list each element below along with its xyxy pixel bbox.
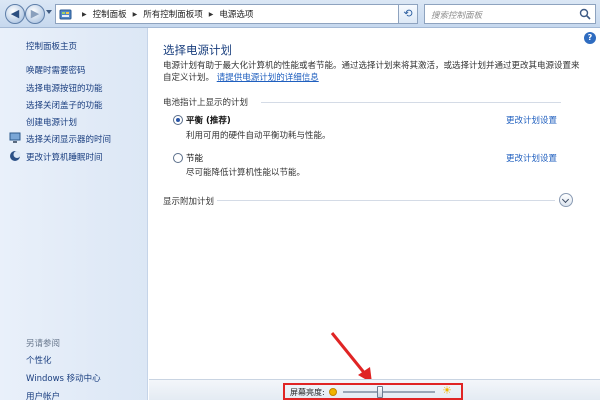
plan-details-link[interactable]: 请提供电源计划的详细信息 (217, 73, 319, 83)
battery-plans-header: 电池指计上显示的计划 (163, 98, 249, 108)
moon-icon (10, 151, 21, 161)
help-icon[interactable]: ? (584, 32, 596, 44)
forward-button[interactable]: ▶ (25, 4, 45, 24)
plan-power-saver-name[interactable]: 节能 (186, 152, 203, 164)
chevron-right-icon[interactable]: ▶ (82, 11, 87, 18)
sidebar-item-mobility-center[interactable]: Windows 移动中心 (26, 372, 101, 384)
sidebar-item-sleep-time[interactable]: 更改计算机睡眠时间 (26, 151, 103, 163)
brightness-slider-thumb[interactable] (377, 386, 383, 398)
sidebar-item-personalization[interactable]: 个性化 (26, 354, 52, 366)
plan-power-saver-description: 尽可能降低计算机性能以节能。 (186, 168, 306, 178)
monitor-icon (9, 132, 21, 143)
sidebar-item-home[interactable]: 控制面板主页 (26, 40, 77, 52)
control-panel-icon (59, 9, 72, 20)
address-bar[interactable]: ▶ 控制面板 ▶ 所有控制面板项 ▶ 电源选项 (55, 4, 415, 24)
breadcrumb-control-panel[interactable]: 控制面板 (93, 8, 127, 20)
brightness-label: 屏幕亮度: (290, 388, 325, 397)
see-also-title: 另请参阅 (26, 339, 61, 349)
plan-power-saver-radio[interactable] (173, 153, 183, 163)
additional-plans-header[interactable]: 显示附加计划 (163, 195, 214, 207)
brightness-highlight-box: 屏幕亮度: ☀ (283, 383, 463, 400)
expand-chevron-icon[interactable] (559, 193, 573, 207)
brightness-low-icon (329, 388, 337, 396)
plan-balanced-radio[interactable] (173, 115, 183, 125)
page-description: 电源计划有助于最大化计算机的性能或者节能。通过选择计划来将其激活，或选择计划并通… (163, 60, 583, 84)
sidebar-item-power-button[interactable]: 选择电源按钮的功能 (26, 82, 103, 94)
search-icon[interactable] (579, 8, 591, 20)
recent-pages-dropdown[interactable] (46, 10, 52, 14)
section-divider (261, 102, 561, 103)
sidebar-item-display-off[interactable]: 选择关闭显示器的时间 (26, 133, 111, 145)
plan-balanced-change-settings-link[interactable]: 更改计划设置 (506, 114, 557, 126)
refresh-button[interactable]: ⟲ (398, 4, 418, 24)
sidebar-item-wake-password[interactable]: 唤醒时需要密码 (26, 64, 86, 76)
plan-power-saver-change-settings-link[interactable]: 更改计划设置 (506, 152, 557, 164)
breadcrumb-power-options[interactable]: 电源选项 (219, 8, 253, 20)
page-title: 选择电源计划 (163, 43, 232, 57)
sidebar-item-create-plan[interactable]: 创建电源计划 (26, 116, 77, 128)
brightness-bar: 屏幕亮度: ☀ (149, 379, 600, 400)
task-pane: 控制面板主页 唤醒时需要密码 选择电源按钮的功能 选择关闭盖子的功能 创建电源计… (0, 28, 148, 400)
sidebar-item-lid-close[interactable]: 选择关闭盖子的功能 (26, 99, 103, 111)
brightness-slider[interactable] (343, 386, 435, 398)
section-divider (217, 200, 555, 201)
back-button[interactable]: ◀ (5, 4, 25, 24)
annotation-arrow (330, 332, 372, 383)
sidebar-item-user-accounts[interactable]: 用户帐户 (26, 390, 60, 400)
chevron-right-icon[interactable]: ▶ (209, 11, 214, 18)
plan-balanced-name[interactable]: 平衡 (推荐) (186, 114, 231, 126)
search-input[interactable]: 搜索控制面板 (424, 4, 596, 24)
plan-balanced-description: 利用可用的硬件自动平衡功耗与性能。 (186, 131, 331, 141)
chevron-right-icon[interactable]: ▶ (133, 11, 138, 18)
breadcrumb-all-items[interactable]: 所有控制面板项 (143, 8, 203, 20)
search-placeholder: 搜索控制面板 (431, 11, 483, 21)
navigation-bar: ◀ ▶ ▶ 控制面板 ▶ 所有控制面板项 ▶ 电源选项 ⟲ 搜索控制面板 (0, 0, 600, 28)
breadcrumb: ▶ 控制面板 ▶ 所有控制面板项 ▶ 电源选项 (76, 5, 253, 23)
brightness-high-icon: ☀ (442, 384, 452, 397)
